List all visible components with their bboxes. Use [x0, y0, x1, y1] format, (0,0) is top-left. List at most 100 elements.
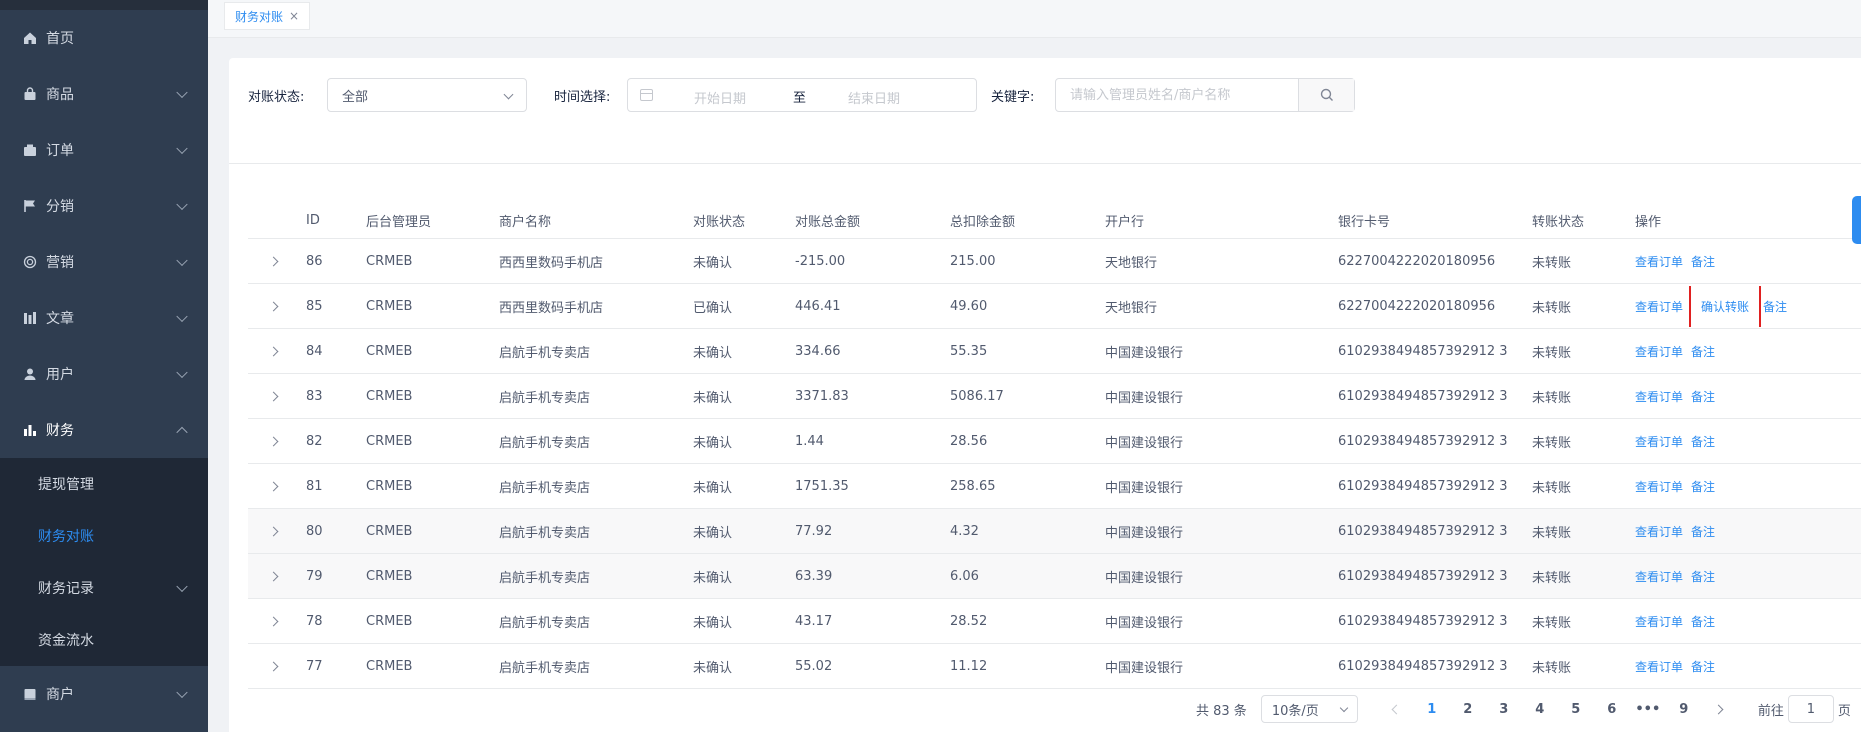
view-orders-link[interactable]: 查看订单 — [1635, 613, 1683, 630]
sidebar-item-0[interactable]: 首页 — [0, 10, 208, 66]
view-orders-link[interactable]: 查看订单 — [1635, 388, 1683, 405]
view-orders-link[interactable]: 查看订单 — [1635, 658, 1683, 675]
row-expand-toggle[interactable] — [248, 479, 306, 494]
row-expand-toggle[interactable] — [248, 569, 306, 584]
row-expand-toggle[interactable] — [248, 659, 306, 674]
remark-link[interactable]: 备注 — [1691, 523, 1715, 540]
view-orders-link[interactable]: 查看订单 — [1635, 478, 1683, 495]
remark-link[interactable]: 备注 — [1691, 253, 1715, 270]
cell-ops: 查看订单 确认转账 备注 — [1635, 285, 1861, 327]
row-expand-toggle[interactable] — [248, 524, 306, 539]
view-orders-link[interactable]: 查看订单 — [1635, 343, 1683, 360]
sidebar-subitem-1[interactable]: 财务对账 — [0, 510, 208, 562]
date-range-picker[interactable]: 开始日期 至 结束日期 — [627, 78, 977, 112]
remark-link[interactable]: 备注 — [1691, 478, 1715, 495]
remark-link[interactable]: 备注 — [1691, 658, 1715, 675]
view-orders-link[interactable]: 查看订单 — [1635, 568, 1683, 585]
cell-card: 6102938494857392912 3 — [1338, 568, 1508, 584]
tab-finance-reconciliation[interactable]: 财务对账 × — [224, 2, 311, 30]
row-expand-toggle[interactable] — [248, 254, 306, 269]
cell-trans: 未转账 — [1532, 300, 1572, 316]
pagination: 共 83 条 10条/页 1 2 3 4 5 6 ••• 9 前往 1 页 — [1196, 693, 1851, 725]
order-icon — [22, 142, 38, 158]
cell-admin: CRMEB — [366, 478, 413, 494]
sidebar-item-1[interactable]: 商品 — [0, 66, 208, 122]
page-number[interactable]: 2 — [1450, 702, 1486, 717]
time-filter-label: 时间选择: — [554, 90, 611, 105]
start-date-input[interactable]: 开始日期 — [694, 88, 746, 107]
page-number[interactable]: 5 — [1558, 702, 1594, 717]
cell-shop: 启航手机专卖店 — [499, 525, 591, 541]
remark-link[interactable]: 备注 — [1691, 433, 1715, 450]
keyword-input[interactable] — [1056, 79, 1298, 111]
remark-link[interactable]: 备注 — [1691, 568, 1715, 585]
table-header: ID 后台管理员 商户名称 对账状态 对账总金额 总扣除金额 开户行 银行卡号 转账状态 操作 — [248, 203, 1861, 239]
sidebar-item-2[interactable]: 订单 — [0, 122, 208, 178]
cell-id: 81 — [306, 478, 323, 494]
end-date-input[interactable]: 结束日期 — [848, 88, 900, 107]
view-orders-link[interactable]: 查看订单 — [1635, 433, 1683, 450]
chevron-right-icon — [268, 571, 279, 581]
row-expand-toggle[interactable] — [248, 614, 306, 629]
side-drawer-handle[interactable] — [1852, 196, 1861, 244]
shop-icon — [22, 686, 38, 702]
cell-card: 6102938494857392912 3 — [1338, 433, 1508, 449]
row-expand-toggle[interactable] — [248, 299, 306, 314]
sidebar-item-3[interactable]: 分销 — [0, 178, 208, 234]
sidebar-item-7[interactable]: 财务 — [0, 402, 208, 458]
view-orders-link[interactable]: 查看订单 — [1635, 253, 1683, 270]
goto-page-input[interactable]: 1 — [1787, 695, 1834, 723]
sidebar-item-label: 首页 — [46, 31, 74, 47]
page-number[interactable]: 1 — [1414, 702, 1450, 717]
remark-link[interactable]: 备注 — [1691, 388, 1715, 405]
cell-bank: 中国建设银行 — [1105, 435, 1184, 451]
cell-state: 未确认 — [693, 480, 733, 496]
chevron-right-icon — [268, 661, 279, 671]
cell-state: 未确认 — [693, 660, 733, 676]
view-orders-link[interactable]: 查看订单 — [1635, 523, 1683, 540]
sidebar-subitem-0[interactable]: 提现管理 — [0, 458, 208, 510]
confirm-transfer-link[interactable]: 确认转账 — [1689, 285, 1762, 327]
cell-admin: CRMEB — [366, 568, 413, 584]
page-number[interactable]: 3 — [1486, 702, 1522, 717]
next-page-button[interactable] — [1702, 704, 1736, 714]
table-row: 80 CRMEB 启航手机专卖店 未确认 77.92 4.32 中国建设银行 61029384… — [248, 509, 1861, 554]
view-orders-link[interactable]: 查看订单 — [1635, 298, 1683, 315]
sidebar: 首页商品 订单分销营销文章 用户 财务 提现管理财务对账 财务记录 资金流水 商户 — [0, 0, 208, 732]
cell-shop: 启航手机专卖店 — [499, 435, 591, 451]
cell-ops: 查看订单 备注 — [1635, 658, 1861, 675]
cell-id: 84 — [306, 343, 323, 359]
state-select[interactable]: 全部 — [327, 78, 527, 112]
prev-page-button[interactable] — [1380, 704, 1414, 714]
cell-total: 77.92 — [795, 523, 833, 539]
row-expand-toggle[interactable] — [248, 344, 306, 359]
sidebar-item-6[interactable]: 用户 — [0, 346, 208, 402]
remark-link[interactable]: 备注 — [1691, 613, 1715, 630]
close-icon[interactable]: × — [289, 9, 299, 23]
page-size-select[interactable]: 10条/页 — [1260, 695, 1358, 723]
chevron-right-icon — [268, 256, 279, 266]
page-number[interactable]: 6 — [1594, 702, 1630, 717]
page-number[interactable]: 4 — [1522, 702, 1558, 717]
page-number[interactable]: 9 — [1666, 702, 1702, 717]
row-expand-toggle[interactable] — [248, 434, 306, 449]
sidebar-item-after-0[interactable]: 商户 — [0, 666, 208, 722]
page-ellipsis[interactable]: ••• — [1630, 702, 1666, 717]
row-expand-toggle[interactable] — [248, 389, 306, 404]
cell-deduct: 49.60 — [950, 298, 988, 314]
sidebar-item-label: 营销 — [46, 255, 74, 271]
remark-link[interactable]: 备注 — [1763, 298, 1787, 315]
search-button[interactable] — [1298, 79, 1354, 111]
table-row: 81 CRMEB 启航手机专卖店 未确认 1751.35 258.65 中国建设银行 6102… — [248, 464, 1861, 509]
keyword-label: 关键字: — [991, 90, 1035, 105]
cell-shop: 西西里数码手机店 — [499, 255, 604, 271]
remark-link[interactable]: 备注 — [1691, 343, 1715, 360]
sidebar-subitem-label: 提现管理 — [38, 477, 94, 493]
sidebar-item-5[interactable]: 文章 — [0, 290, 208, 346]
sidebar-subitem-2[interactable]: 财务记录 — [0, 562, 208, 614]
sidebar-item-4[interactable]: 营销 — [0, 234, 208, 290]
sidebar-subitem-3[interactable]: 资金流水 — [0, 614, 208, 666]
page-numbers: 1 2 3 4 5 6 ••• 9 — [1414, 702, 1702, 717]
cell-deduct: 6.06 — [950, 568, 979, 584]
sidebar-item-label: 分销 — [46, 199, 74, 215]
